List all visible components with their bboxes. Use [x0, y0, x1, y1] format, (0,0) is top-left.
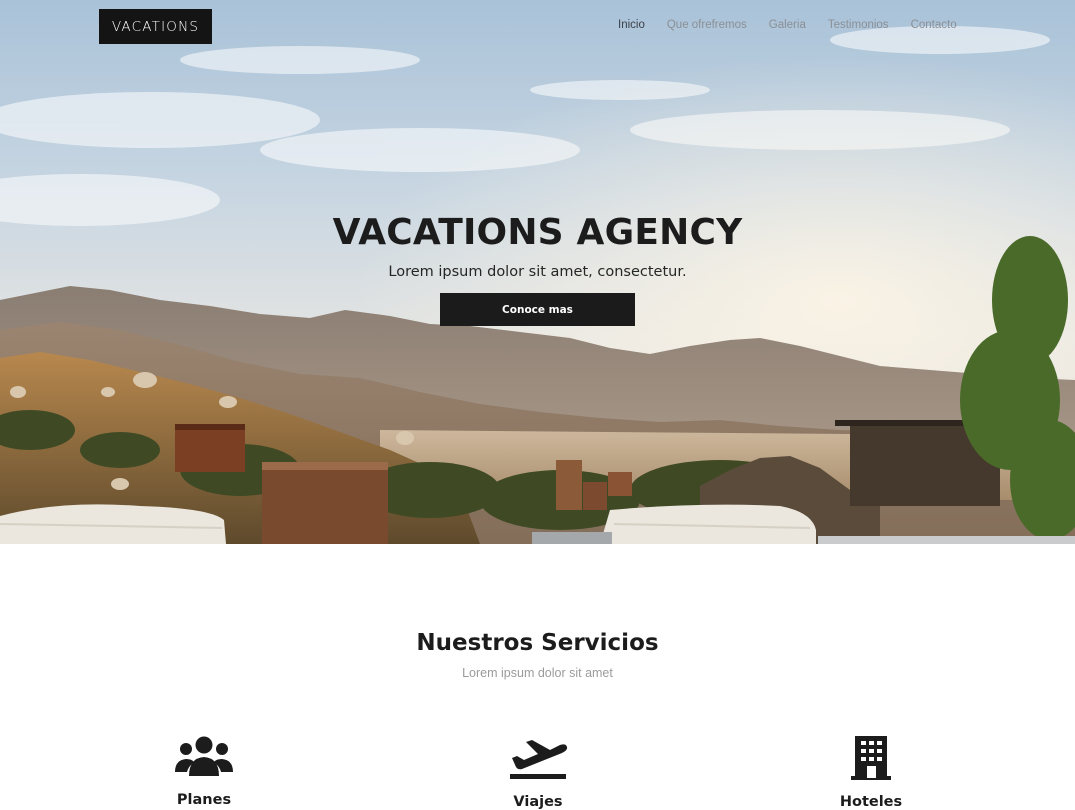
hero-title: VACATIONS AGENCY [332, 212, 743, 253]
service-planes[interactable]: Planes [94, 736, 314, 808]
plane-departure-icon [510, 740, 568, 779]
service-label-hoteles: Hoteles [839, 794, 903, 810]
brand-logo[interactable]: VACATIONS [99, 9, 212, 44]
service-viajes[interactable]: Viajes [428, 736, 648, 810]
nav-link-que-ofrecemos[interactable]: Que ofrefremos [667, 19, 747, 31]
services-title: Nuestros Servicios [416, 630, 659, 656]
users-icon [175, 736, 233, 776]
building-icon [851, 736, 891, 780]
service-label-planes: Planes [176, 792, 232, 808]
nav-link-testimonios[interactable]: Testimonios [828, 19, 889, 31]
nav-link-galeria[interactable]: Galeria [769, 19, 806, 31]
hero-subtitle: Lorem ipsum dolor sit amet, consectetur. [388, 264, 687, 280]
navbar: VACATIONS Inicio Que ofrefremos Galeria … [0, 0, 1075, 54]
service-hoteles[interactable]: Hoteles [761, 736, 981, 810]
conoce-mas-button[interactable]: Conoce mas [440, 293, 635, 326]
hero-section: VACATIONS Inicio Que ofrefremos Galeria … [0, 0, 1075, 544]
nav-link-inicio[interactable]: Inicio [618, 19, 645, 31]
nav-links: Inicio Que ofrefremos Galeria Testimonio… [618, 19, 979, 31]
services-subtitle: Lorem ipsum dolor sit amet [462, 666, 613, 680]
service-label-viajes: Viajes [513, 794, 563, 810]
services-section: Nuestros Servicios Lorem ipsum dolor sit… [0, 544, 1075, 810]
nav-link-contacto[interactable]: Contacto [911, 19, 957, 31]
